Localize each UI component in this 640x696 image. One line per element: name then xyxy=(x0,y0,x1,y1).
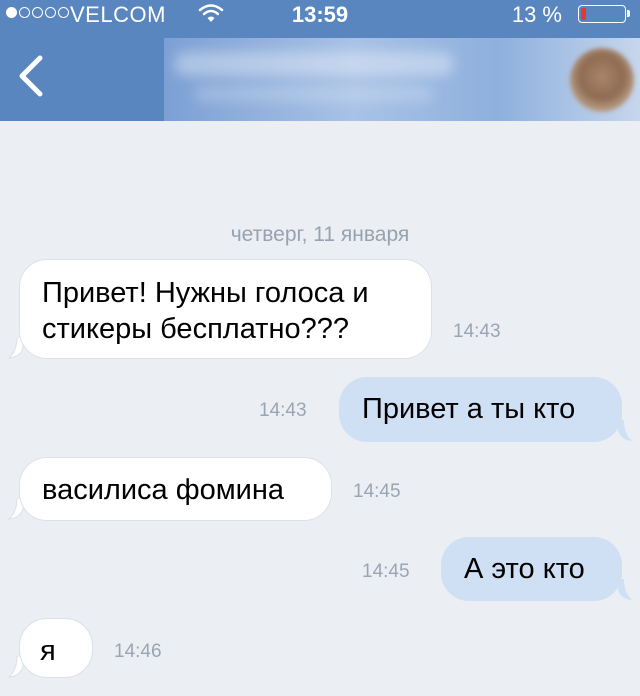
message-time: 14:43 xyxy=(259,400,307,421)
contact-header[interactable] xyxy=(164,38,640,121)
message-bubble[interactable]: Привет а ты кто xyxy=(339,377,622,442)
battery-percent: 13 % xyxy=(511,2,562,27)
bubble-tail xyxy=(618,420,632,441)
avatar[interactable] xyxy=(570,48,634,112)
date-separator: четверг, 11 января xyxy=(230,223,410,246)
contact-name xyxy=(174,52,454,76)
message-bubble[interactable]: василиса фомина xyxy=(19,457,332,521)
message-bubble[interactable]: А это кто xyxy=(441,537,622,601)
top-bar: VELCOM 13:59 13 % xyxy=(0,0,640,121)
back-button[interactable] xyxy=(12,48,52,104)
message-time: 14:46 xyxy=(114,641,162,662)
message-time: 14:45 xyxy=(353,481,401,502)
message-text: василиса фомина xyxy=(42,474,284,506)
message-text: стикеры бесплатно??? xyxy=(42,313,349,345)
message-bubble[interactable]: Привет! Нужны голоса и стикеры бесплатно… xyxy=(19,259,432,359)
message-time: 14:45 xyxy=(362,561,410,582)
message-text: А это кто xyxy=(464,553,585,585)
message-text: я xyxy=(40,635,56,667)
chevron-left-icon xyxy=(19,55,43,97)
message-text: Привет а ты кто xyxy=(362,393,576,425)
message-time: 14:43 xyxy=(453,321,501,342)
contact-status xyxy=(194,86,434,102)
status-bar: VELCOM 13:59 13 % xyxy=(0,0,640,28)
message-text: Привет! Нужны голоса и xyxy=(42,277,369,309)
message-bubble[interactable]: я xyxy=(19,618,93,678)
bubble-tail xyxy=(618,579,632,600)
battery-icon xyxy=(578,5,630,23)
